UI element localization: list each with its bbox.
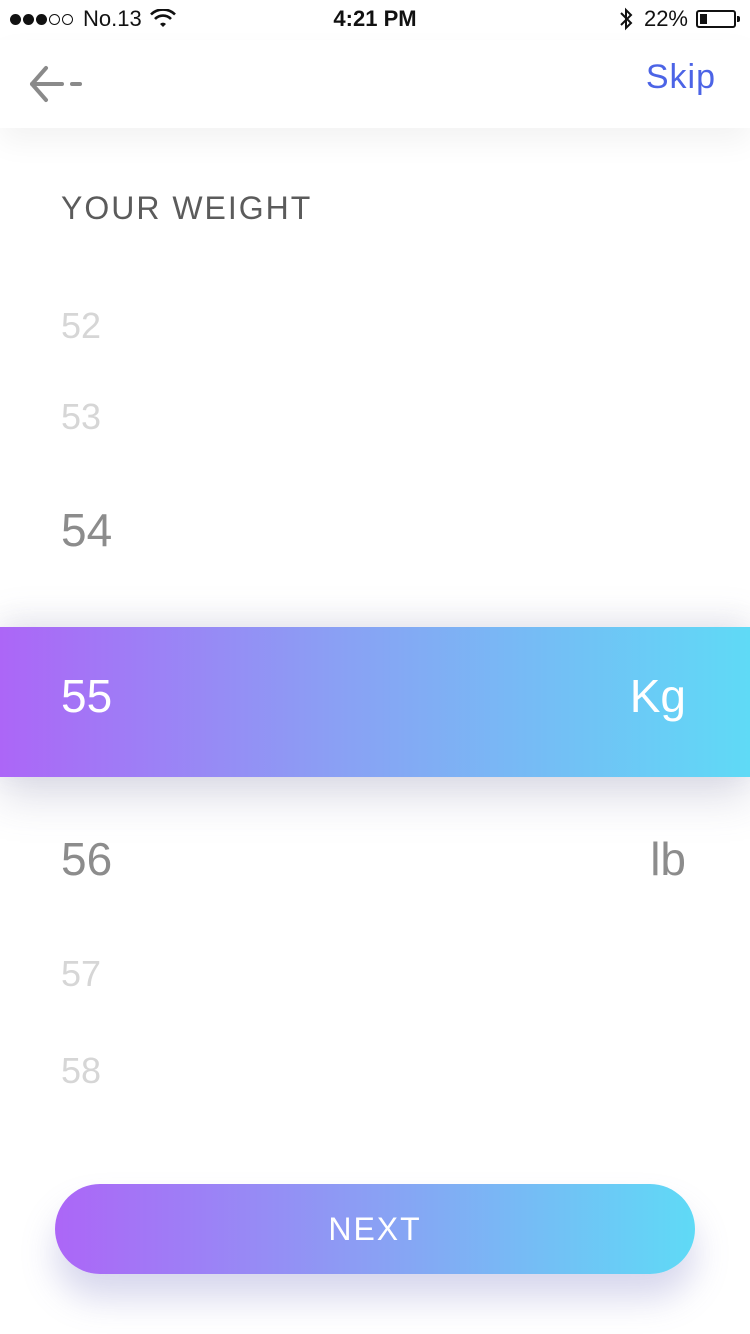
selected-weight-row[interactable]: 55 Kg [0,627,750,777]
picker-item[interactable]: 57 [61,953,101,995]
unit-option-lb[interactable]: lb [650,832,686,886]
back-button[interactable] [28,62,88,106]
picker-item[interactable]: 58 [61,1050,101,1092]
navigation-bar: Skip [0,40,750,128]
unit-option-kg[interactable]: Kg [630,669,686,723]
selected-weight-value: 55 [61,670,113,722]
page-title: YOUR WEIGHT [61,190,313,226]
picker-item[interactable]: 54 [61,503,112,557]
status-right: 22% [618,6,740,32]
bluetooth-icon [620,7,633,31]
skip-button[interactable]: Skip [646,58,716,97]
picker-item[interactable]: 56 [61,832,112,886]
battery-percent: 22% [643,6,688,31]
arrow-left-icon [30,66,82,102]
picker-item[interactable]: 52 [61,305,101,347]
battery-fill [700,14,707,24]
next-button[interactable]: NEXT [55,1184,695,1274]
battery-icon [696,10,740,28]
picker-item[interactable]: 53 [61,396,101,438]
status-bar: No.13 4:21 PM 22% [0,0,750,40]
